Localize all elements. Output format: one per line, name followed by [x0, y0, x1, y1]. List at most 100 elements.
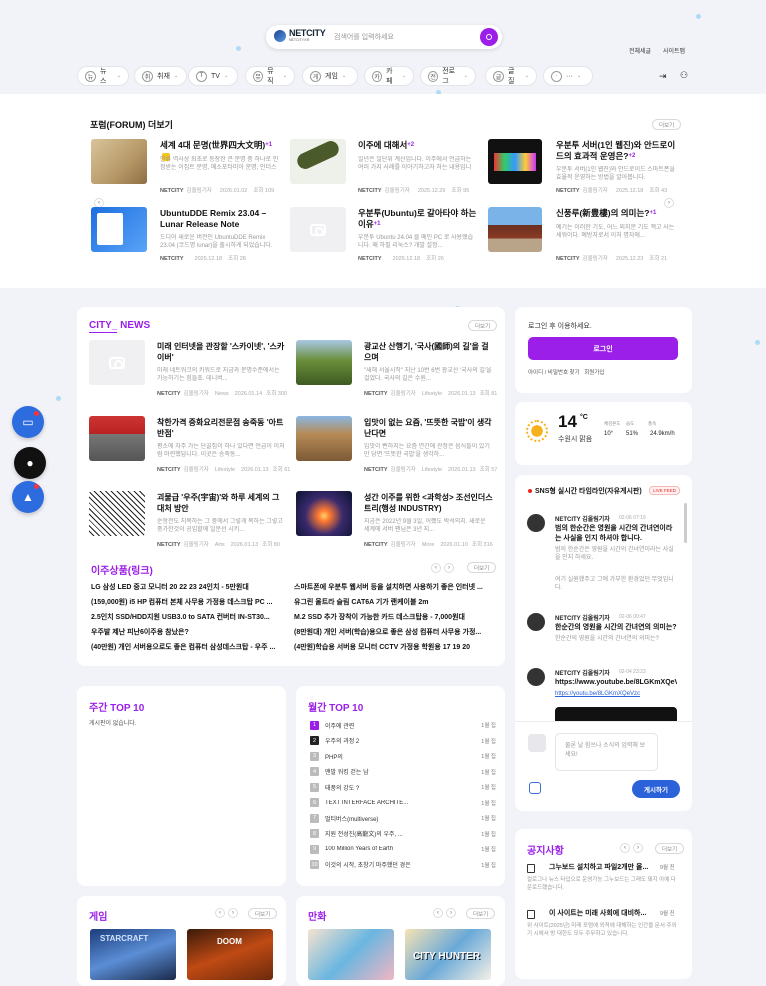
news-thumb-restaurant[interactable] [89, 416, 145, 461]
image-attach-icon[interactable] [529, 782, 541, 794]
forum-thumb-pavilion[interactable] [488, 207, 542, 252]
nav-pill-8[interactable]: · ··· ⌄ [543, 66, 593, 86]
forum-title[interactable]: 포럼(FORUM) 더보기 [90, 118, 173, 131]
link-item[interactable]: 2.5인치 SSD/HDD지원 USB3.0 to SATA 컨버터 IN-ST… [91, 612, 287, 622]
comic-thumb-1[interactable] [308, 929, 394, 980]
game-title[interactable]: 게임 [89, 908, 107, 923]
comic-more-button[interactable]: 더보기 [466, 908, 496, 919]
link-item[interactable]: (159,000원) i5 HP 컴퓨터 본체 사무용 가정용 데스크탑 PC … [91, 597, 287, 607]
header-link-sitemap[interactable]: 사이트맵 [663, 46, 685, 55]
city-news-more-button[interactable]: 더보기 [468, 320, 498, 331]
login-links[interactable]: 아이디 / 비밀번호 찾기 회원가입 [528, 368, 604, 376]
monthly-top-item[interactable]: 5 태풍의 강도 ? 1월 집 [310, 781, 496, 793]
sns-scrollbar[interactable] [684, 503, 687, 543]
sns-title[interactable]: SNS형 실시간 타임라인(자유게시판) [535, 486, 642, 496]
game-more-button[interactable]: 더보기 [248, 908, 278, 919]
header-link-all-posts[interactable]: 전체세글 [629, 46, 651, 55]
forum-thumb-sleepingbag[interactable] [290, 139, 346, 184]
monthly-top-item[interactable]: 10 이것의 시작, 초창기 마주했던 경은 1월 집 [310, 859, 496, 871]
search-input[interactable]: 검색어를 입력하세요 [334, 32, 394, 42]
forum-item-title[interactable]: 신풍루(新豊樓)의 의미는?+1 [556, 208, 678, 219]
youtube-preview[interactable] [555, 707, 677, 721]
news-thumb-space[interactable] [296, 491, 352, 536]
monthly-top-item[interactable]: 2 우주의 과정 2 1월 집 [310, 735, 496, 747]
news-item-title[interactable]: 괴물급 '우주(宇宙)'와 하루 세계의 그 대처 방안 [157, 492, 287, 514]
notice-title[interactable]: 공지사항 [527, 842, 564, 857]
sns-message[interactable]: NETCITY 김올림기자 02-06 07:19 범의 한순간은 영원을 시간의 … [527, 514, 677, 604]
notice-item-title[interactable]: 이 사이트는 미래 사회에 대비하... [549, 908, 653, 918]
link-item[interactable]: 우주발 제난 피난6이주용 참났은? [91, 627, 287, 637]
monthly-top-title[interactable]: 월간 TOP 10 [308, 699, 363, 714]
forum-next-arrow[interactable]: › [664, 198, 674, 208]
link-item[interactable]: LG 삼성 LED 중고 모니터 20 22 23 24인치 - 5만원대 [91, 582, 287, 592]
news-item-title[interactable]: 광교산 산행기, '국사(國師)의 길'을 걸으며 [364, 341, 494, 363]
link-item[interactable]: 스마트폰에 우분투 웹서버 등을 설치하면 사용하기 좋은 인터넷 ... [294, 582, 492, 592]
link-item[interactable]: (8만원대) 개인 서버(학습)용으로 좋은 삼성 컴퓨터 사무용 가정... [294, 627, 492, 637]
link-item[interactable]: 유그린 울트라 슬림 CAT6A 기가 랜케이블 2m [294, 597, 492, 607]
news-item-title[interactable]: 미래 인터넷을 관장할 '스카이넷', '스카이버' [157, 341, 287, 363]
monthly-top-item[interactable]: 6 TEXT INTERFACE ARCHITE... 1월 집 [310, 797, 496, 809]
monthly-top-item[interactable]: 4 맨발 워킹 걷는 남 1월 집 [310, 766, 496, 778]
monthly-top-item[interactable]: 3 PHP의 1월 집 [310, 750, 496, 762]
forum-thumb-ubuntudde[interactable] [91, 207, 147, 252]
forum-more-button[interactable]: 더보기 [652, 119, 682, 130]
forum-thumb-map[interactable] [91, 139, 147, 184]
nav-pill-0[interactable]: 뉴 뉴스 ⌄ [77, 66, 129, 86]
nav-pill-1[interactable]: 취 취재 ⌄ [134, 66, 187, 86]
notice-more-button[interactable]: 더보기 [655, 843, 685, 854]
notification-float-button[interactable]: ▲ [12, 481, 44, 513]
links-next-arrow[interactable]: › [444, 563, 454, 573]
nav-pill-5[interactable]: 카 카페 ⌄ [364, 66, 414, 86]
news-item-title[interactable]: 성간 이주를 위한 <과학성> 조선인더스트리(행성 INDUSTRY) [364, 492, 494, 514]
comic-prev-arrow[interactable]: ‹ [433, 908, 443, 918]
news-thumb-soup[interactable] [296, 416, 352, 461]
link-item[interactable]: M.2 SSD 추가 장착이 가능한 카드 데스크탑용 - 7,000원대 [294, 612, 492, 622]
forum-thumb-placeholder[interactable] [290, 207, 346, 252]
monthly-top-item[interactable]: 7 멀티버스(multiverse) 1월 집 [310, 812, 496, 824]
forum-item-title[interactable]: UbuntuDDE Remix 23.04 – Lunar Release No… [160, 208, 282, 230]
message-float-button[interactable]: ● [14, 447, 46, 479]
notice-prev-arrow[interactable]: ‹ [620, 843, 630, 853]
nav-pill-6[interactable]: 전 전로그 ⌄ [420, 66, 476, 86]
notice-item-title[interactable]: 그누보드 설치하고 파일2개만 올... [549, 862, 653, 872]
search-bar[interactable]: NETCITY NETCITY.KR 검색어를 입력하세요 [266, 25, 502, 49]
nav-pill-7[interactable]: 글 글질 ⌄ [485, 66, 537, 86]
comic-thumb-cityhunter[interactable]: CITY HUNTER [405, 929, 491, 980]
game-prev-arrow[interactable]: ‹ [215, 908, 225, 918]
monthly-top-item[interactable]: 9 100 Million Years of Earth 1월 집 [310, 843, 496, 855]
forum-thumb-apps[interactable] [488, 139, 542, 184]
search-button[interactable] [480, 28, 498, 46]
sns-post-button[interactable]: 게시하기 [632, 780, 680, 798]
monthly-top-item[interactable]: 1 이주에 관련 1월 집 [310, 719, 496, 731]
sns-message[interactable]: NETCITY 김올림기자 02-06 00:47 한순간의 영원을 시간의 간녀연… [527, 613, 677, 658]
comic-title[interactable]: 만화 [308, 908, 326, 923]
monthly-top-item[interactable]: 8 지원 전성진(高龍文)의 우주, ... 1월 집 [310, 828, 496, 840]
link-item[interactable]: (40만원) 개인 서버용으로도 좋은 컴퓨터 삼성데스크탑 - 우주 ... [91, 642, 287, 652]
nav-pill-4[interactable]: 게 게임 ⌄ [302, 66, 358, 86]
forum-item-title[interactable]: 우분투 서버(1인 웹진)와 안드로이드의 효과적 운영은?+2 [556, 140, 678, 162]
sns-message[interactable]: NETCITY 김올림기자 02-04 23:23 https://www.yout… [527, 668, 677, 706]
forum-item-title[interactable]: 이주에 대해서+2 [358, 140, 480, 151]
game-thumb-starcraft[interactable]: STARCRAFT [90, 929, 176, 980]
nav-pill-2[interactable]: T TV ⌄ [188, 66, 238, 86]
news-thumb-sketch[interactable] [89, 491, 145, 536]
weekly-top-title[interactable]: 주간 TOP 10 [89, 699, 144, 714]
news-thumb-placeholder[interactable] [89, 340, 145, 385]
login-icon[interactable]: ⇥ [659, 71, 667, 82]
chat-float-button[interactable]: ▭ [12, 406, 44, 438]
news-item-title[interactable]: 착한가격 중화요리전문점 송죽동 '아트반점' [157, 417, 287, 439]
game-thumb-doom[interactable]: DOOM [187, 929, 273, 980]
forum-item-title[interactable]: 우분투(Ubuntu)로 갈아타야 하는 이유+1 [358, 208, 480, 230]
game-next-arrow[interactable]: › [228, 908, 238, 918]
comic-next-arrow[interactable]: › [446, 908, 456, 918]
news-item-title[interactable]: 입맛이 없는 요즘, '뜨뜻한 국밥'이 생각난다면 [364, 417, 494, 439]
news-thumb-mountain[interactable] [296, 340, 352, 385]
nav-pill-3[interactable]: 뮤 뮤직 ⌄ [245, 66, 295, 86]
user-icon[interactable]: ⚇ [680, 70, 688, 81]
link-item[interactable]: (4만원)학습용 서버용 모니터 CCTV 가정용 학원용 17 19 20 [294, 642, 492, 652]
links-prev-arrow[interactable]: ‹ [431, 563, 441, 573]
links-title[interactable]: 이주상품(링크) [91, 562, 153, 577]
site-logo[interactable]: NETCITY NETCITY.KR [274, 29, 326, 43]
links-more-button[interactable]: 더보기 [467, 562, 497, 573]
login-button[interactable]: 로그인 [528, 337, 678, 360]
